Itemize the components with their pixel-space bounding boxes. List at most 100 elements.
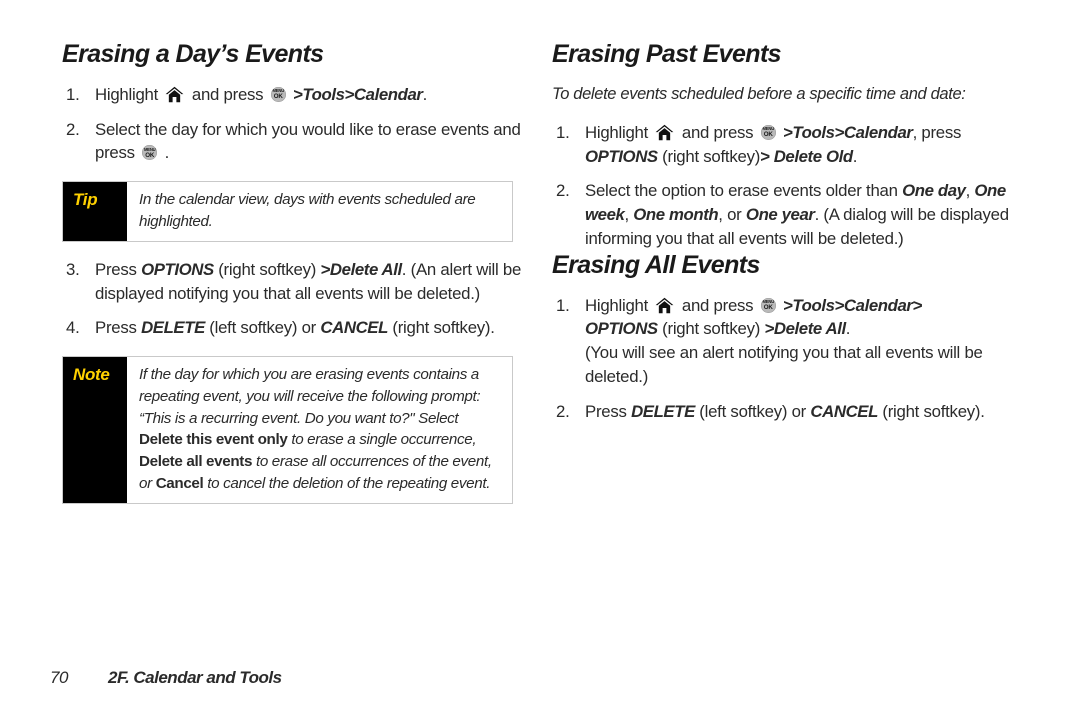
emphasis-term: Delete all events [139,453,253,471]
step-text: Press DELETE (left softkey) or CANCEL (r… [95,318,495,337]
footer-chapter-title: 2F. Calendar and Tools [108,668,282,687]
body-text: . [845,319,851,339]
emphasis-term: Delete this event only [139,431,288,449]
footer-page-number: 70 [50,668,69,687]
body-text: Highlight [585,122,653,142]
step-item: 2. Select the option to erase events olde… [552,179,1022,251]
step-text: Highlight and press MENU OK >Tools>Calend… [95,85,427,104]
emphasis-term: OPTIONS [585,319,658,339]
step-item: 2. Press DELETE (left softkey) or CANCEL … [552,400,1022,424]
body-text: Press [95,259,142,279]
body-text: to erase a single occurrence, [287,431,477,449]
note-label-cell: Note [63,357,127,503]
menu-ok-icon: MENU OK [760,297,776,313]
body-text: to cancel the deletion of the repeating … [203,474,491,492]
tip-body: In the calendar view, days with events s… [139,191,476,231]
steps-erasing-a-days-events: 1. Highlight and press MENU OK >Tools>Cale… [62,83,522,166]
left-column: Erasing a Day’s Events 1. Highlight and p… [62,40,522,520]
body-text: Select the day for which you would like … [95,119,521,163]
step-item: 1. Highlight and press MENU OK >Tools>Cale… [552,294,1022,389]
step-number: 3. [66,259,80,279]
step-item: 3. Press OPTIONS (right softkey) >Delete … [62,258,522,306]
body-text: (right softkey). [877,402,985,422]
emphasis-term: CANCEL [810,402,878,422]
body-text: and press [187,84,268,104]
step-number: 1. [556,295,570,315]
note-body: If the day for which you are erasing eve… [127,357,512,502]
emphasis-term: One year [745,205,815,225]
step-number: 2. [556,181,570,201]
body-text: , [624,205,634,225]
body-text: (right softkey). [387,318,495,338]
body-text: and press [677,122,758,142]
emphasis-term: > Delete Old [760,146,853,166]
emphasis-term: DELETE [631,402,695,422]
heading-erasing-a-days-events: Erasing a Day’s Events [62,40,324,68]
body-text: Highlight [585,295,653,315]
right-column: Erasing Past Events To delete events sch… [552,40,1022,424]
step-text: Press OPTIONS (right softkey) >Delete Al… [95,260,521,303]
menu-ok-icon: MENU OK [142,145,158,161]
body-text: , or [718,205,746,225]
body-text: (left softkey) or [694,402,811,422]
body-text: and press [677,295,758,315]
menu-ok-icon: MENU OK [760,124,776,140]
lead-erasing-past-events: To delete events scheduled before a spec… [552,84,966,103]
steps-erasing-past-events: 1. Highlight and press MENU OK >Tools>Cale… [552,121,1022,251]
emphasis-term: One day [902,181,966,201]
emphasis-term: >Delete All [764,319,846,339]
tip-label-cell: Tip [63,182,127,241]
heading-erasing-all-events: Erasing All Events [552,250,760,279]
tip-callout: Tip In the calendar view, days with even… [62,181,513,242]
emphasis-term: >Tools>Calendar [778,122,913,142]
step-text: Highlight and press MENU OK >Tools>Calend… [585,296,983,387]
steps-erasing-all-events: 1. Highlight and press MENU OK >Tools>Cale… [552,294,1022,424]
body-text: (right softkey) [213,259,321,279]
menu-ok-icon: MENU OK [270,86,286,102]
emphasis-term: >Delete All [320,259,403,279]
step-text: Press DELETE (left softkey) or CANCEL (r… [585,402,985,421]
body-text: Press [95,318,142,338]
body-text: . [160,143,170,163]
emphasis-term: CANCEL [320,318,388,338]
body-text: If the day for which you are erasing eve… [139,366,481,427]
step-number: 1. [66,84,80,104]
body-text: (left softkey) or [204,318,321,338]
step-number: 2. [556,402,570,422]
tip-label: Tip [73,190,98,210]
body-text: . [422,84,428,104]
body-text: Highlight [95,84,163,104]
body-text: (You will see an alert notifying you tha… [585,343,983,387]
note-label: Note [73,365,110,385]
page-footer: 70 2F. Calendar and Tools [50,668,282,688]
step-text: Highlight and press MENU OK >Tools>Calend… [585,123,961,166]
step-item: 4. Press DELETE (left softkey) or CANCEL … [62,316,522,340]
step-number: 2. [66,119,80,139]
emphasis-term: >Tools>Calendar [288,84,423,104]
step-item: 1. Highlight and press MENU OK >Tools>Cale… [552,121,1022,169]
step-number: 4. [66,318,80,338]
step-item: 1. Highlight and press MENU OK >Tools>Cale… [62,83,522,107]
body-text: (right softkey) [657,319,765,339]
emphasis-term: DELETE [141,318,205,338]
emphasis-term: OPTIONS [585,146,658,166]
body-text: , press [912,122,962,142]
home-icon [165,86,184,103]
steps-erasing-a-days-events-continued: 3. Press OPTIONS (right softkey) >Delete … [62,258,522,341]
step-number: 1. [556,122,570,142]
step-text: Select the day for which you would like … [95,120,521,163]
step-item: 2. Select the day for which you would lik… [62,118,522,166]
home-icon [655,124,674,141]
body-text: Press [585,402,632,422]
step-text: Select the option to erase events older … [585,181,1009,248]
body-text: . [852,146,858,166]
emphasis-term: Cancel [155,474,204,492]
emphasis-term: >Tools>Calendar> [778,295,922,315]
home-icon [655,297,674,314]
body-text: Select the option to erase events older … [585,181,903,201]
emphasis-term: One month [633,205,719,225]
heading-erasing-past-events: Erasing Past Events [552,40,782,68]
note-callout: Note If the day for which you are erasin… [62,356,513,504]
emphasis-term: OPTIONS [141,259,214,279]
body-text: (right softkey) [657,146,761,166]
